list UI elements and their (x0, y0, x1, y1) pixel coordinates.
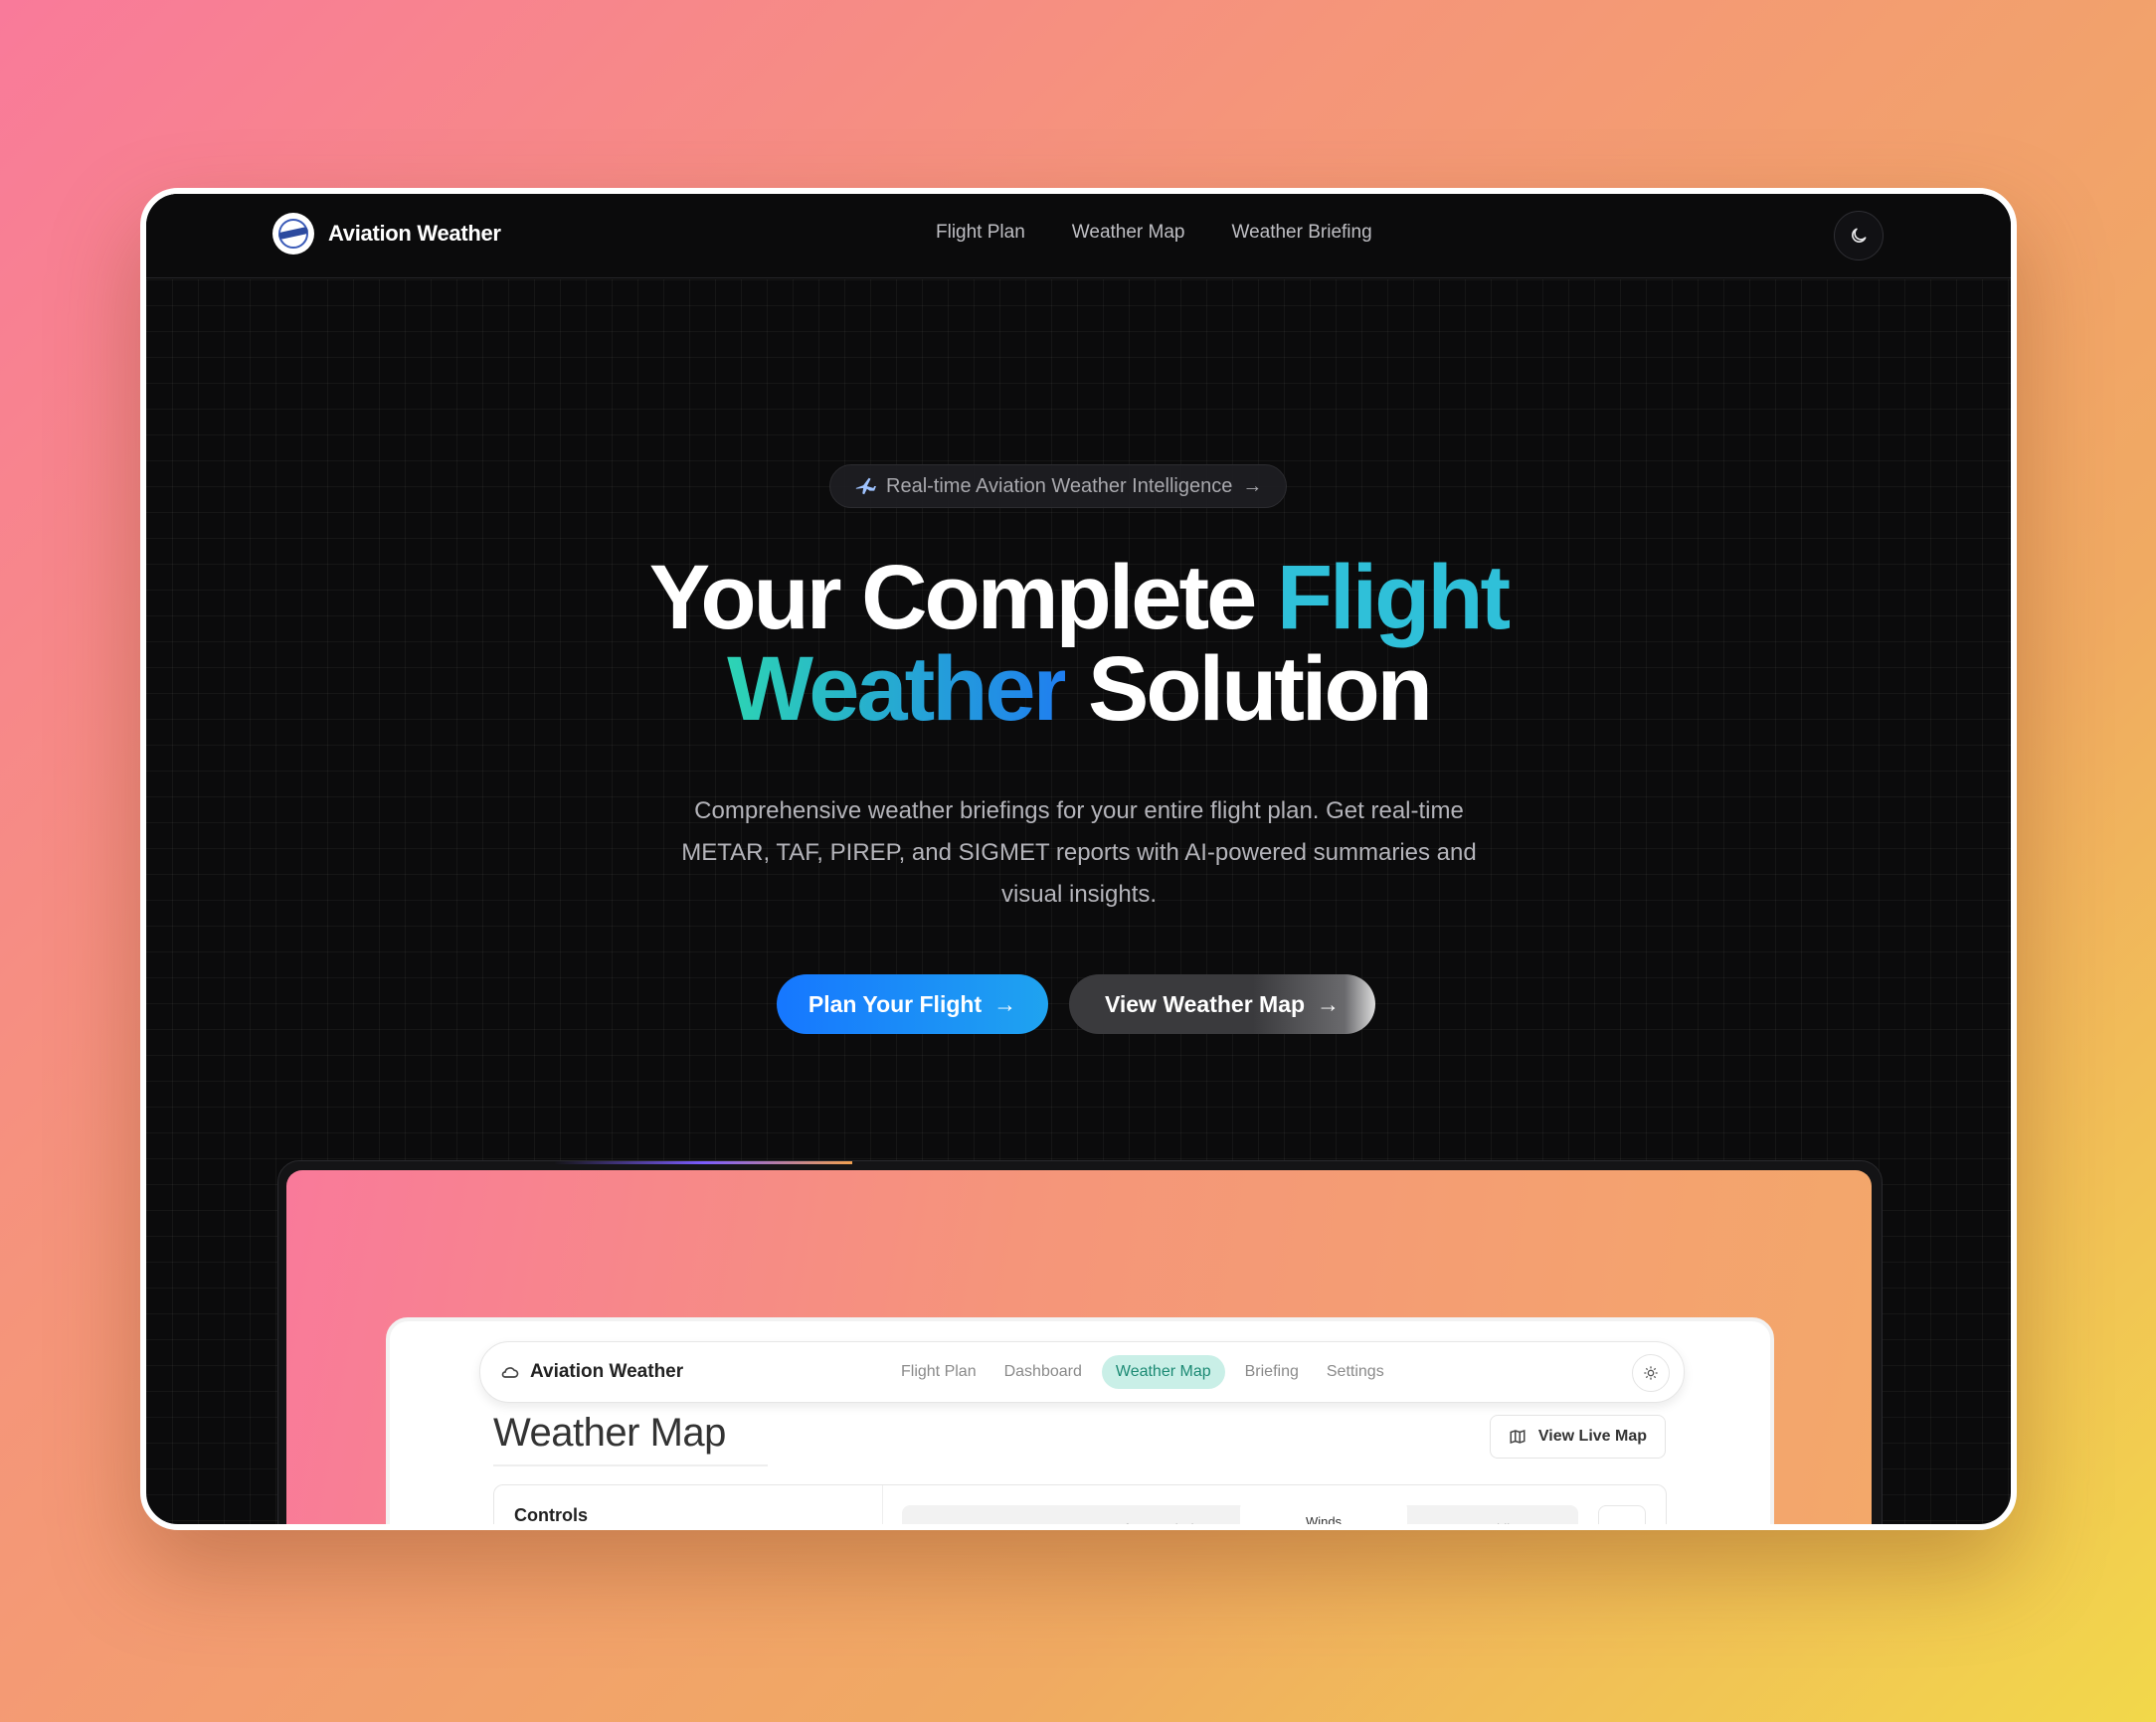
arrow-right-icon: → (1242, 474, 1263, 497)
arrow-right-icon: → (993, 990, 1017, 1017)
preview-theme-toggle[interactable] (1632, 1354, 1670, 1392)
preview-refresh-button[interactable] (1598, 1505, 1646, 1524)
hero-headline: Your Complete Flight Weather Solution (146, 552, 2011, 735)
badge-text: Real-time Aviation Weather Intelligence (886, 474, 1233, 497)
preview-nav-dashboard[interactable]: Dashboard (996, 1355, 1090, 1389)
nav-links: Flight Plan Weather Map Weather Briefing (936, 222, 1372, 244)
preview-title-underline (493, 1464, 768, 1466)
preview-brand-name: Aviation Weather (530, 1361, 684, 1382)
preview-controls-panel: Controls SIGMET Surface Analysis Winds H… (493, 1484, 1667, 1525)
preview-glow-line (554, 1161, 852, 1164)
preview-nav-settings[interactable]: Settings (1319, 1355, 1392, 1389)
preview-nav-links: Flight Plan Dashboard Weather Map Briefi… (893, 1355, 1392, 1389)
preview-tab-winds[interactable]: Winds (1240, 1502, 1407, 1524)
plan-flight-label: Plan Your Flight (808, 990, 983, 1017)
brand-name: Aviation Weather (328, 221, 501, 246)
hero-subtitle: Comprehensive weather briefings for your… (681, 797, 1477, 908)
top-navbar: Aviation Weather Flight Plan Weather Map… (146, 194, 2011, 278)
app-preview: Aviation Weather Flight Plan Dashboard W… (286, 1170, 1872, 1525)
preview-page-title: Weather Map (493, 1411, 726, 1455)
map-icon (1510, 1429, 1526, 1445)
headline-part-4: Solution (1065, 638, 1433, 740)
headline-weather: Weather (727, 638, 1068, 740)
cloud-sun-icon (501, 1367, 519, 1378)
logo-icon (272, 213, 314, 255)
arrow-right-icon: → (1317, 990, 1341, 1017)
sun-icon (1644, 1366, 1658, 1380)
view-weather-map-button[interactable]: View Weather Map → (1069, 974, 1375, 1034)
preview-nav-weather-map[interactable]: Weather Map (1101, 1355, 1225, 1389)
nav-link-weather-briefing[interactable]: Weather Briefing (1231, 222, 1371, 244)
preview-tab-sigmet[interactable]: SIGMET (902, 1509, 1069, 1525)
headline-part-1: Your Complete (648, 547, 1277, 648)
view-weather-map-label: View Weather Map (1104, 990, 1306, 1017)
preview-nav-briefing[interactable]: Briefing (1237, 1355, 1307, 1389)
nav-link-flight-plan[interactable]: Flight Plan (936, 222, 1025, 244)
moon-icon (1852, 228, 1867, 243)
browser-window: Aviation Weather Flight Plan Weather Map… (140, 188, 2017, 1530)
airplane-icon (855, 477, 876, 495)
preview-tab-surface-analysis[interactable]: Surface Analysis (1069, 1509, 1236, 1525)
preview-view-live-map-label: View Live Map (1537, 1428, 1647, 1445)
plan-flight-button[interactable]: Plan Your Flight → (777, 974, 1048, 1034)
announcement-badge[interactable]: Real-time Aviation Weather Intelligence … (829, 464, 1288, 508)
preview-nav-flight-plan[interactable]: Flight Plan (893, 1355, 985, 1389)
theme-toggle-button[interactable] (1834, 211, 1884, 260)
preview-tab-humidity[interactable]: Humidity (1411, 1509, 1578, 1525)
preview-app-window: Aviation Weather Flight Plan Dashboard W… (386, 1317, 1774, 1525)
preview-panel-divider (882, 1485, 883, 1524)
preview-navbar: Aviation Weather Flight Plan Dashboard W… (479, 1341, 1685, 1403)
preview-view-live-map-button[interactable]: View Live Map (1489, 1415, 1666, 1459)
nav-link-weather-map[interactable]: Weather Map (1072, 222, 1185, 244)
preview-controls-label: Controls (514, 1505, 588, 1525)
brand[interactable]: Aviation Weather (272, 213, 501, 255)
preview-layer-tabs: SIGMET Surface Analysis Winds Humidity (902, 1502, 1578, 1525)
headline-flight: Flight (1276, 547, 1511, 648)
preview-brand: Aviation Weather (500, 1361, 683, 1383)
